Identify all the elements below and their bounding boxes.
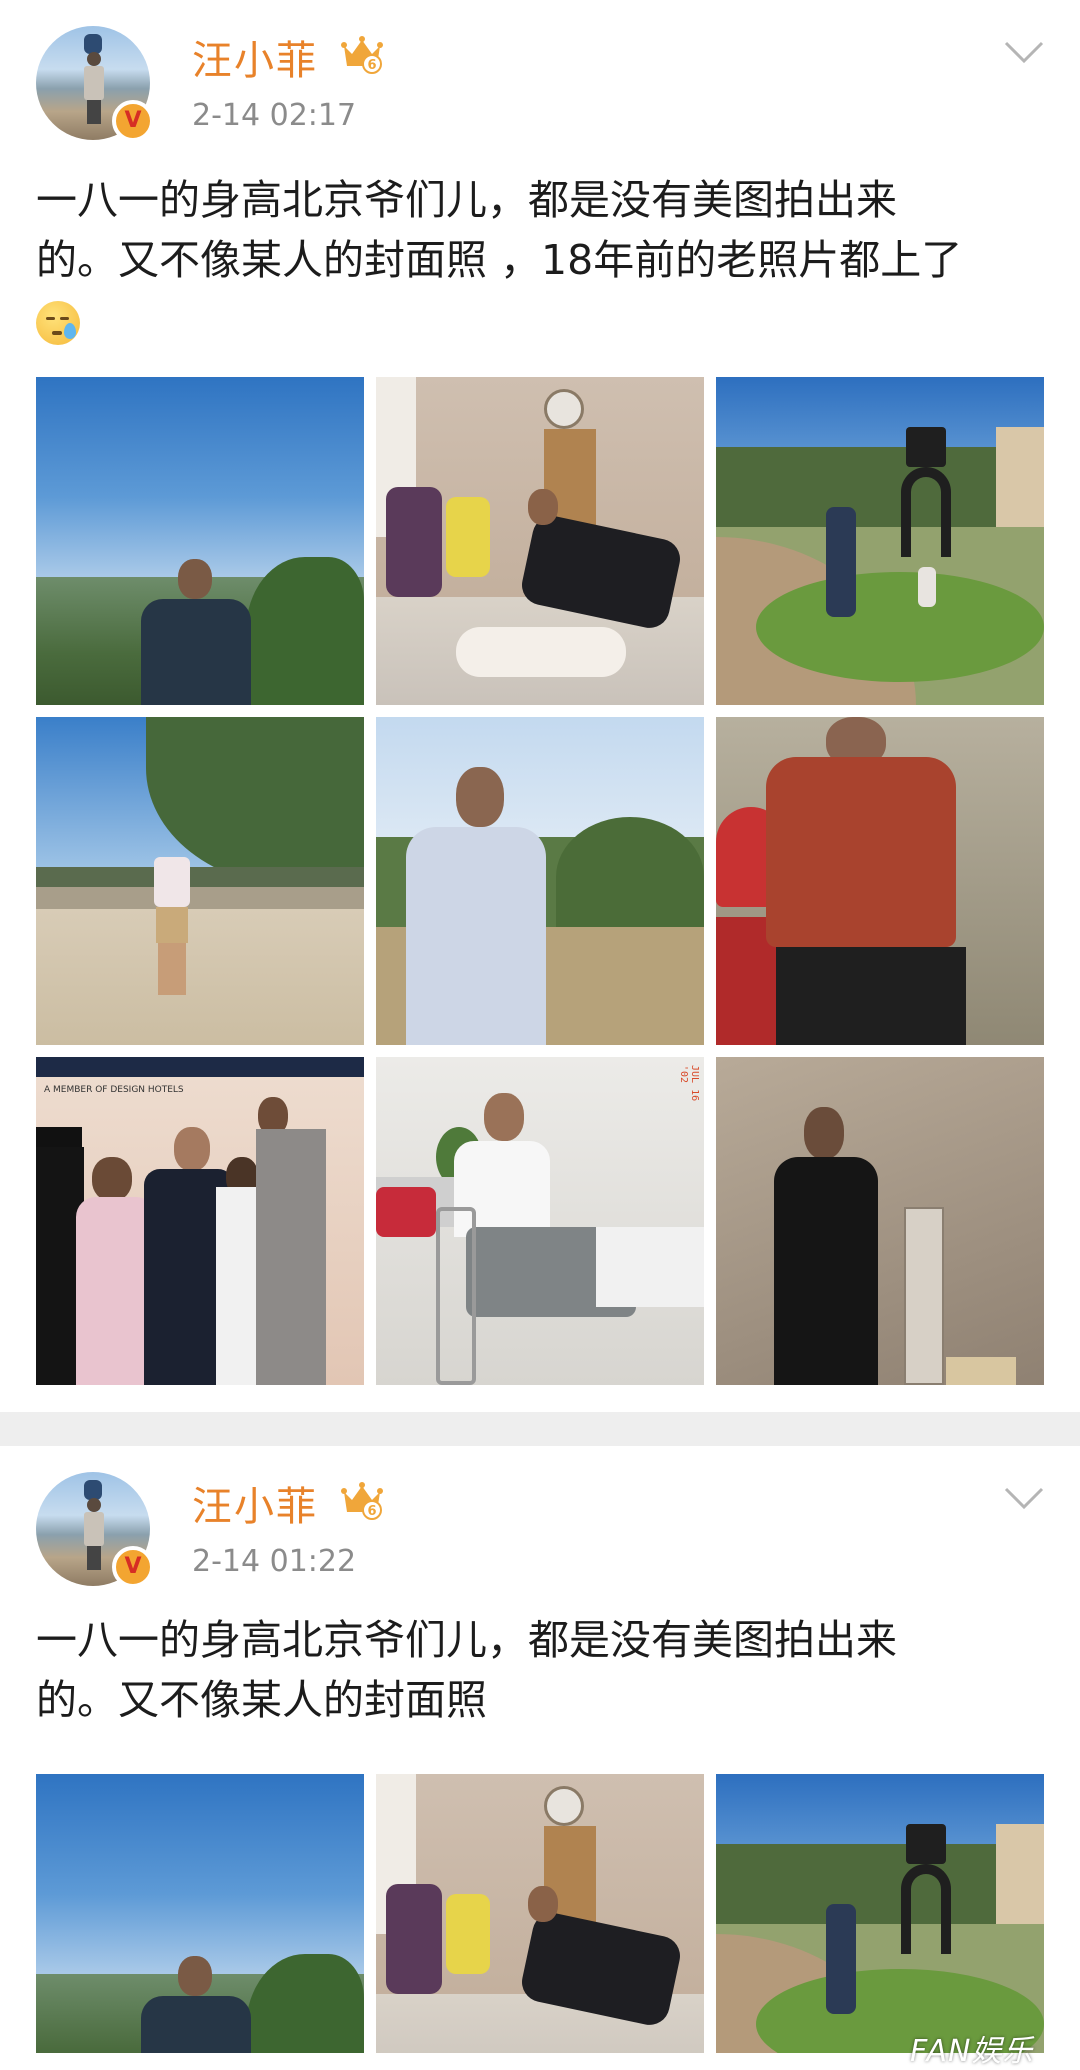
post-time: 2-14 01:22 xyxy=(192,1544,357,1579)
weibo-post: V 汪小菲 6 2-14 02:17 一八一的身高北京爷们儿，都是没有美图拍出来… xyxy=(0,0,1080,1412)
weibo-post: V 汪小菲 6 2-14 01:22 一八一的身高北京爷们儿，都是没有美图拍出来… xyxy=(0,1446,1080,2053)
hotel-banner-text: A MEMBER OF DESIGN HOTELS xyxy=(44,1085,184,1095)
verified-badge-letter: V xyxy=(124,108,142,133)
photo-thumbnail[interactable] xyxy=(36,1774,364,2053)
photo-grid xyxy=(36,1774,1044,2053)
chevron-down-icon[interactable] xyxy=(1004,40,1044,64)
photo-date-stamp: JUL 16 '02 xyxy=(678,1065,700,1102)
username[interactable]: 汪小菲 xyxy=(192,28,318,86)
photo-thumbnail[interactable] xyxy=(716,377,1044,705)
crown-level-icon: 6 xyxy=(341,36,383,74)
post-text-line: 的。又不像某人的封面照 xyxy=(36,1676,487,1724)
svg-text:6: 6 xyxy=(367,1504,376,1519)
chevron-down-icon[interactable] xyxy=(1004,1486,1044,1510)
post-text-line: 一八一的身高北京爷们儿，都是没有美图拍出来 xyxy=(36,176,897,224)
post-time: 2-14 02:17 xyxy=(192,98,357,133)
photo-grid: A MEMBER OF DESIGN HOTELS JUL 16 '02 xyxy=(36,377,1044,1385)
photo-thumbnail[interactable] xyxy=(716,717,1044,1045)
photo-thumbnail[interactable] xyxy=(376,1774,704,2053)
photo-thumbnail[interactable] xyxy=(376,377,704,705)
verified-badge-icon: V xyxy=(112,100,154,142)
photo-thumbnail[interactable] xyxy=(36,717,364,1045)
photo-thumbnail[interactable] xyxy=(376,717,704,1045)
photo-thumbnail[interactable]: A MEMBER OF DESIGN HOTELS xyxy=(36,1057,364,1385)
crown-level-icon: 6 xyxy=(341,1482,383,1520)
photo-thumbnail[interactable]: JUL 16 '02 xyxy=(376,1057,704,1385)
svg-text:6: 6 xyxy=(367,58,376,73)
sweat-emoji-icon xyxy=(36,301,80,345)
photo-thumbnail[interactable] xyxy=(36,377,364,705)
verified-badge-icon: V xyxy=(112,1546,154,1588)
post-text-line: 一八一的身高北京爷们儿，都是没有美图拍出来 xyxy=(36,1616,897,1664)
watermark: FAN娱乐 xyxy=(910,2034,1034,2069)
post-text-line: 的。又不像某人的封面照 ，18年前的老照片都上了 xyxy=(36,236,963,284)
photo-thumbnail[interactable] xyxy=(716,1774,1044,2053)
post-text: 一八一的身高北京爷们儿，都是没有美图拍出来 的。又不像某人的封面照 xyxy=(36,1610,1046,1730)
username[interactable]: 汪小菲 xyxy=(192,1474,318,1532)
photo-thumbnail[interactable] xyxy=(716,1057,1044,1385)
post-text: 一八一的身高北京爷们儿，都是没有美图拍出来 的。又不像某人的封面照 ，18年前的… xyxy=(36,170,1046,350)
post-divider xyxy=(0,1412,1080,1446)
verified-badge-letter: V xyxy=(124,1554,142,1579)
